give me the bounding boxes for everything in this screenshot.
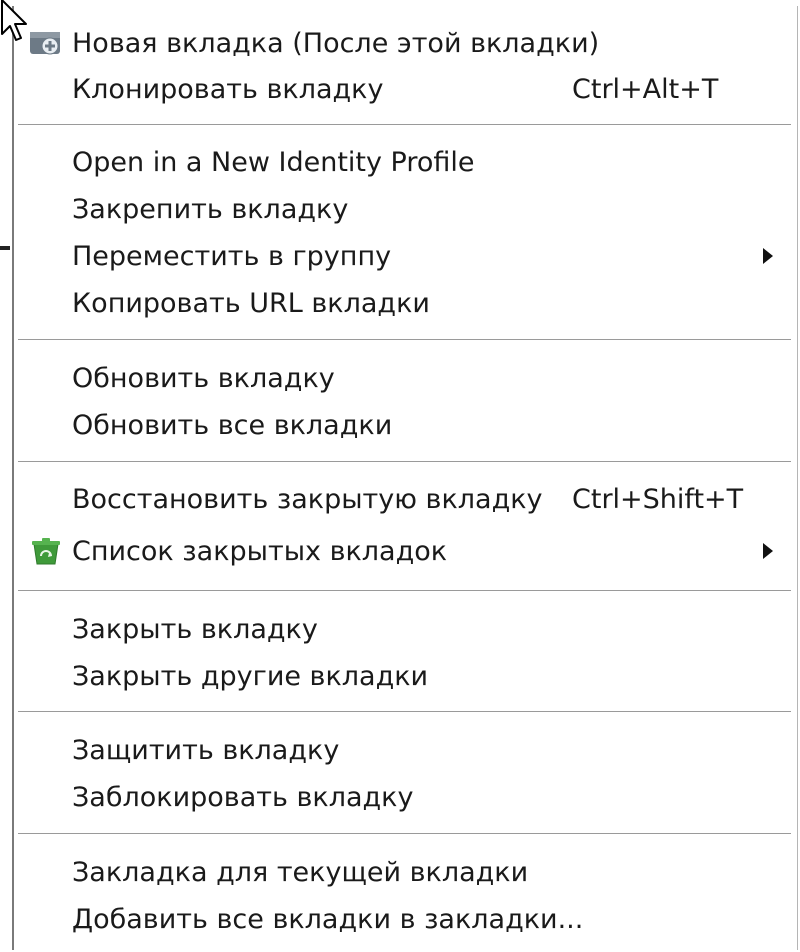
menu-item-new-tab[interactable]: Новая вкладка (После этой вкладки): [14, 20, 797, 66]
menu-item-bookmark-all[interactable]: Добавить все вкладки в закладки...: [14, 896, 797, 942]
menu-separator: [18, 711, 791, 713]
menu-item-protect-tab[interactable]: Защитить вкладку: [14, 727, 797, 773]
menu-separator: [18, 461, 791, 463]
menu-item-close-tab[interactable]: Закрыть вкладку: [14, 606, 797, 652]
menu-item-label: Добавить все вкладки в закладки...: [72, 903, 584, 935]
menu-item-label: Список закрытых вкладок: [72, 535, 448, 567]
menu-item-move-to-group[interactable]: Переместить в группу: [14, 233, 797, 279]
menu-separator: [18, 339, 791, 341]
menu-item-label: Восстановить закрытую вкладку: [72, 483, 543, 515]
background-mark: [0, 246, 10, 250]
menu-item-close-other[interactable]: Закрыть другие вкладки: [14, 653, 797, 699]
menu-item-label: Закладка для текущей вкладки: [72, 856, 529, 888]
recycle-bin-icon: [28, 536, 64, 566]
menu-item-label: Копировать URL вкладки: [72, 287, 430, 319]
menu-item-lock-tab[interactable]: Заблокировать вкладку: [14, 774, 797, 820]
menu-item-bookmark-tab[interactable]: Закладка для текущей вкладки: [14, 849, 797, 895]
submenu-arrow-icon: [763, 543, 773, 559]
menu-item-label: Закрыть вкладку: [72, 613, 318, 645]
menu-item-label: Защитить вкладку: [72, 734, 340, 766]
background-page-strip: [0, 0, 12, 952]
menu-item-label: Переместить в группу: [72, 240, 392, 272]
menu-item-clone-tab[interactable]: Клонировать вкладку Ctrl+Alt+T: [14, 66, 797, 112]
menu-separator: [18, 124, 791, 126]
menu-item-shortcut: Ctrl+Shift+T: [572, 483, 744, 515]
tab-context-menu: Новая вкладка (После этой вкладки) Клони…: [12, 6, 798, 950]
menu-item-label: Закрыть другие вкладки: [72, 660, 429, 692]
menu-separator: [18, 590, 791, 592]
menu-item-copy-url[interactable]: Копировать URL вкладки: [14, 280, 797, 326]
menu-item-reload-tab[interactable]: Обновить вкладку: [14, 355, 797, 401]
menu-item-label: Закрепить вкладку: [72, 193, 349, 225]
menu-item-closed-tabs-list[interactable]: Список закрытых вкладок: [14, 528, 797, 574]
menu-separator: [18, 833, 791, 835]
menu-item-label: Новая вкладка (После этой вкладки): [72, 27, 600, 59]
menu-item-reload-all[interactable]: Обновить все вкладки: [14, 402, 797, 448]
menu-item-label: Open in a New Identity Profile: [72, 146, 475, 178]
menu-item-label: Обновить вкладку: [72, 362, 335, 394]
menu-item-label: Заблокировать вкладку: [72, 781, 414, 813]
menu-item-label: Клонировать вкладку: [72, 73, 384, 105]
menu-item-shortcut: Ctrl+Alt+T: [572, 73, 719, 105]
menu-item-pin-tab[interactable]: Закрепить вкладку: [14, 186, 797, 232]
menu-item-restore-closed[interactable]: Восстановить закрытую вкладку Ctrl+Shift…: [14, 476, 797, 522]
menu-item-label: Обновить все вкладки: [72, 409, 393, 441]
submenu-arrow-icon: [763, 248, 773, 264]
menu-item-open-new-identity[interactable]: Open in a New Identity Profile: [14, 139, 797, 185]
mouse-cursor-icon: [1, 0, 27, 41]
